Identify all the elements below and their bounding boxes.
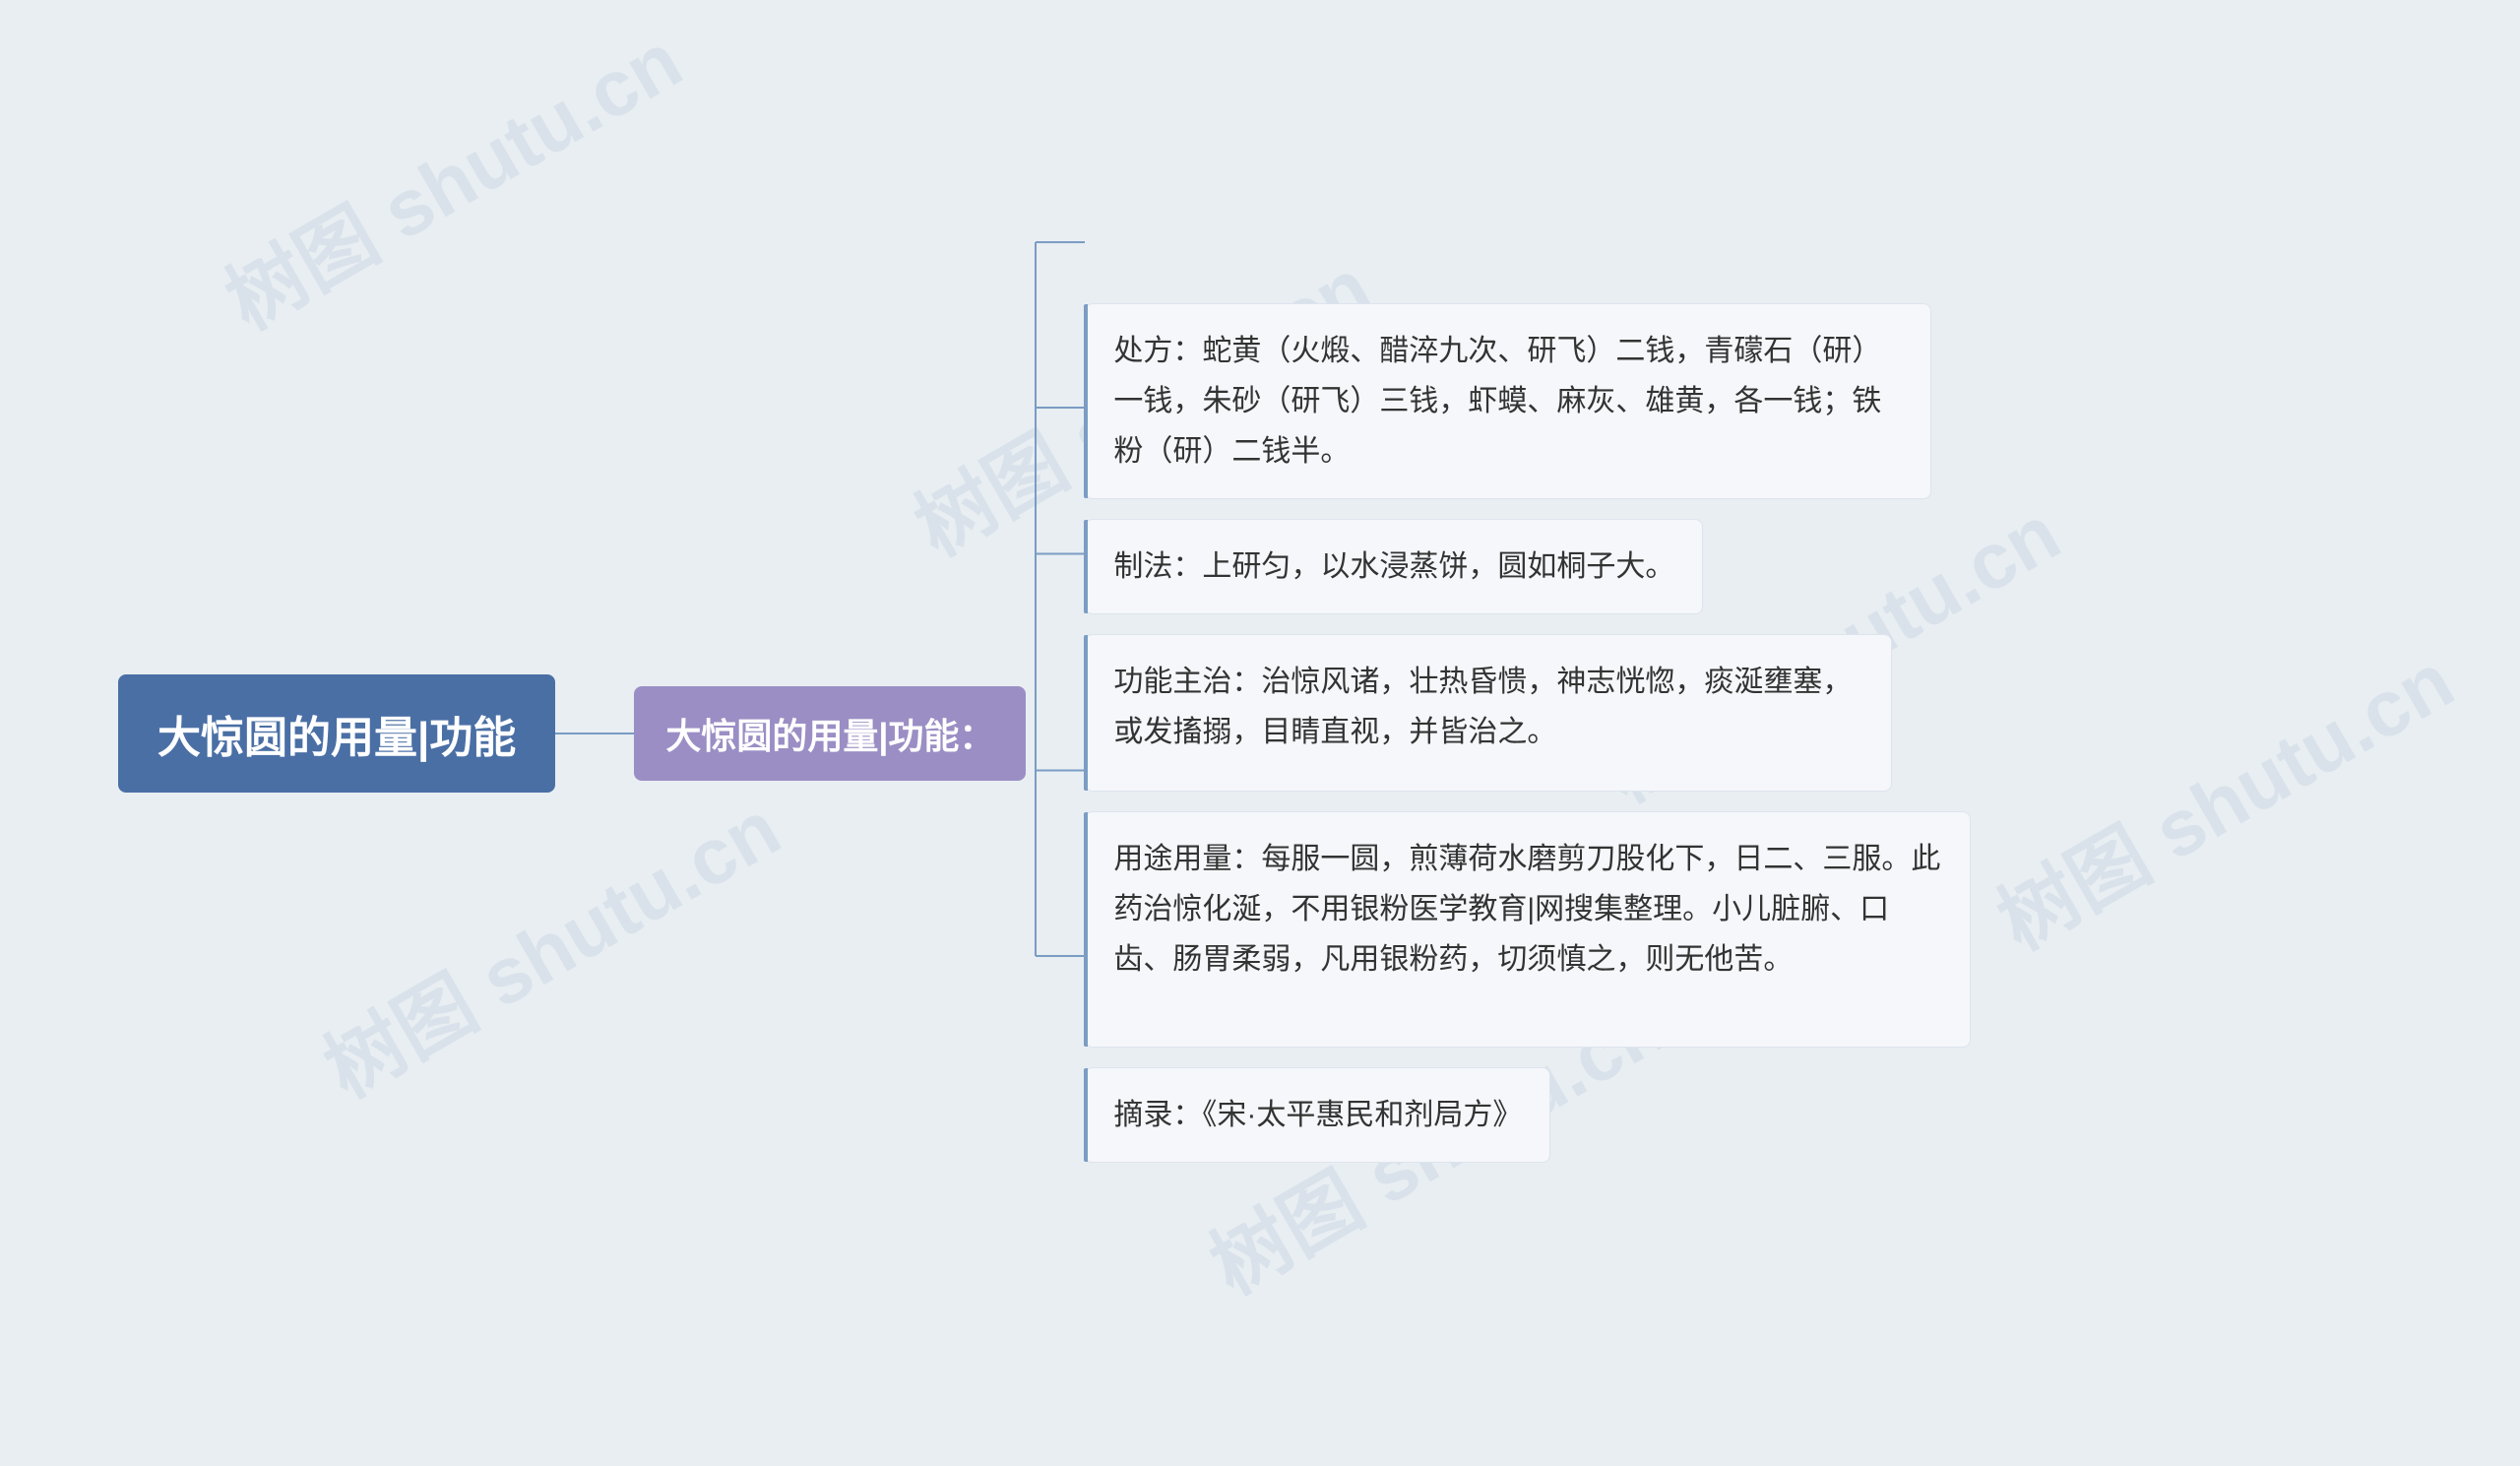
leaf-row-1: 处方：蛇黄（火煅、醋淬九次、研飞）二钱，青礞石（研）一钱，朱砂（研飞）三钱，虾蟆… (1085, 303, 1971, 499)
mid-label: 大惊圆的用量|功能： (665, 716, 994, 756)
leaf-node-3: 功能主治：治惊风诸，壮热昏愦，神志恍惚，痰涎壅塞，或发搐搦，目睛直视，并皆治之。 (1085, 634, 1892, 792)
leaf-row-3: 功能主治：治惊风诸，壮热昏愦，神志恍惚，痰涎壅塞，或发搐搦，目睛直视，并皆治之。 (1085, 634, 1971, 792)
mind-map-container: 大惊圆的用量|功能 大惊圆的用量|功能： 处方：蛇黄（火煅、醋淬九次、研飞）二钱… (0, 0, 2520, 1466)
leaf-row-2: 制法：上研匀，以水浸蒸饼，圆如桐子大。 (1085, 519, 1971, 614)
leaf-node-5: 摘录：《宋·太平惠民和剂局方》 (1085, 1067, 1550, 1163)
root-label: 大惊圆的用量|功能 (158, 714, 516, 762)
leaf-text-1: 处方：蛇黄（火煅、醋淬九次、研飞）二钱，青礞石（研）一钱，朱砂（研飞）三钱，虾蟆… (1113, 335, 1881, 468)
leaf-text-5: 摘录：《宋·太平惠民和剂局方》 (1113, 1099, 1522, 1131)
branch-lines-svg (1026, 500, 1085, 966)
root-node: 大惊圆的用量|功能 (118, 674, 555, 793)
branches-connector: 处方：蛇黄（火煅、醋淬九次、研飞）二钱，青礞石（研）一钱，朱砂（研飞）三钱，虾蟆… (1026, 303, 1971, 1163)
leaves-container: 处方：蛇黄（火煅、醋淬九次、研飞）二钱，青礞石（研）一钱，朱砂（研飞）三钱，虾蟆… (1085, 303, 1971, 1163)
leaf-node-1: 处方：蛇黄（火煅、醋淬九次、研飞）二钱，青礞石（研）一钱，朱砂（研飞）三钱，虾蟆… (1085, 303, 1931, 499)
leaf-row-4: 用途用量：每服一圆，煎薄荷水磨剪刀股化下，日二、三服。此药治惊化涎，不用银粉医学… (1085, 811, 1971, 1048)
leaf-node-2: 制法：上研匀，以水浸蒸饼，圆如桐子大。 (1085, 519, 1703, 614)
leaf-text-3: 功能主治：治惊风诸，壮热昏愦，神志恍惚，痰涎壅塞，或发搐搦，目睛直视，并皆治之。 (1113, 666, 1852, 748)
leaf-text-4: 用途用量：每服一圆，煎薄荷水磨剪刀股化下，日二、三服。此药治惊化涎，不用银粉医学… (1113, 843, 1940, 976)
leaf-node-4: 用途用量：每服一圆，煎薄荷水磨剪刀股化下，日二、三服。此药治惊化涎，不用银粉医学… (1085, 811, 1971, 1048)
mid-node: 大惊圆的用量|功能： (634, 686, 1026, 781)
mind-map-layout: 大惊圆的用量|功能 大惊圆的用量|功能： 处方：蛇黄（火煅、醋淬九次、研飞）二钱… (118, 303, 2520, 1163)
leaf-row-5: 摘录：《宋·太平惠民和剂局方》 (1085, 1067, 1971, 1163)
root-to-mid-connector (555, 733, 634, 734)
leaf-text-2: 制法：上研匀，以水浸蒸饼，圆如桐子大。 (1113, 550, 1674, 583)
